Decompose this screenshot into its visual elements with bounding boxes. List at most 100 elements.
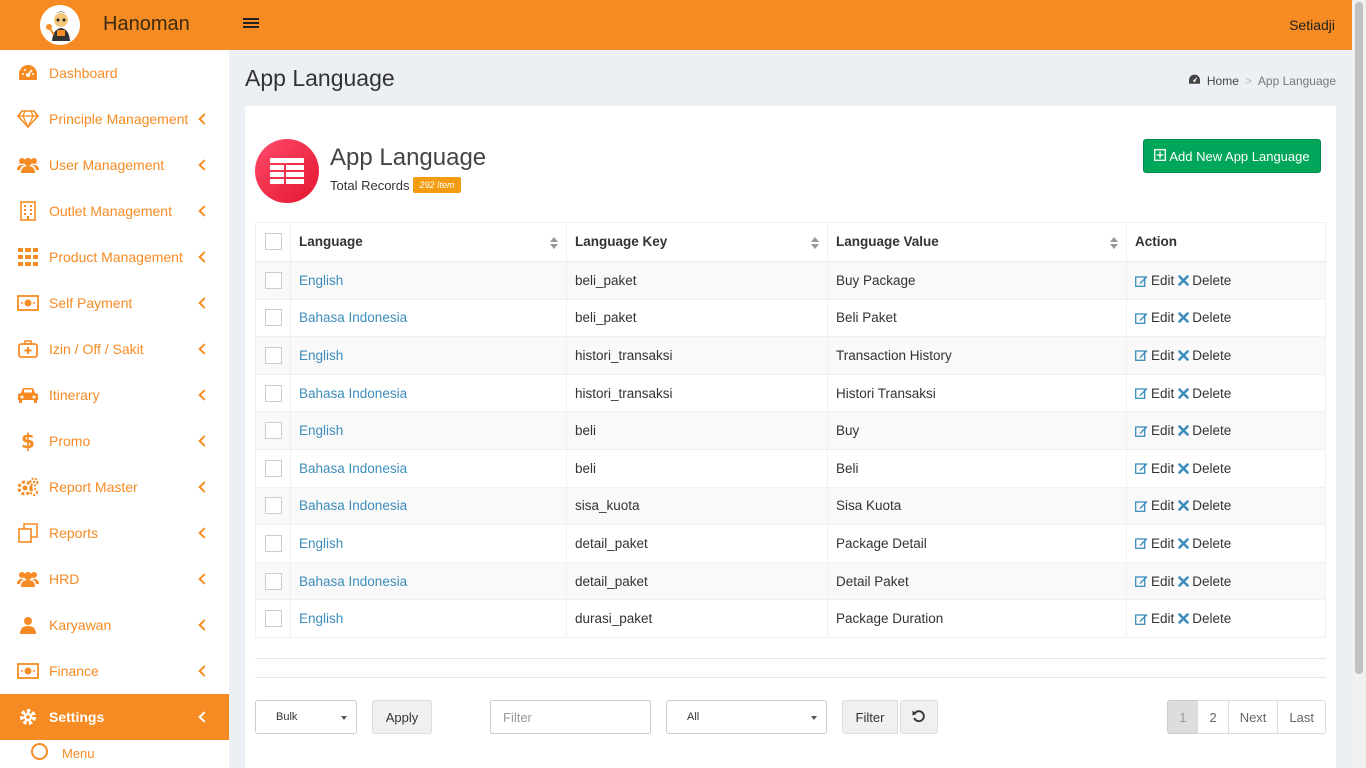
language-link[interactable]: English [299, 273, 343, 288]
row-checkbox[interactable] [264, 610, 282, 628]
row-checkbox[interactable] [264, 309, 282, 327]
row-checkbox[interactable] [264, 346, 282, 364]
key-cell: detail_paket [566, 524, 828, 563]
bulk-select[interactable]: Bulk [255, 700, 357, 734]
delete-button[interactable]: Delete [1178, 423, 1231, 438]
sidebar-item-promo[interactable]: $ Promo [0, 418, 229, 464]
edit-button[interactable]: Edit [1135, 611, 1174, 626]
edit-button[interactable]: Edit [1135, 461, 1174, 476]
row-checkbox[interactable] [264, 422, 282, 440]
select-all-checkbox[interactable] [264, 233, 282, 251]
sidebar-item-report-master[interactable]: Report Master [0, 464, 229, 510]
language-link[interactable]: English [299, 536, 343, 551]
delete-button[interactable]: Delete [1178, 386, 1231, 401]
language-cell: Bahasa Indonesia [290, 561, 567, 601]
sidebar-item-label: HRD [49, 571, 80, 587]
edit-button[interactable]: Edit [1135, 310, 1174, 325]
row-checkbox[interactable] [264, 572, 282, 590]
edit-button[interactable]: Edit [1135, 574, 1174, 589]
delete-label: Delete [1192, 310, 1232, 326]
key-cell: histori_transaksi [566, 336, 828, 375]
sidebar-item-user-management[interactable]: User Management [0, 142, 229, 188]
delete-button[interactable]: Delete [1178, 498, 1231, 513]
delete-button[interactable]: Delete [1178, 461, 1231, 476]
filter-button[interactable]: Filter [842, 700, 898, 734]
edit-button[interactable]: Edit [1135, 273, 1174, 288]
edit-label: Edit [1151, 385, 1175, 401]
sidebar-item-settings[interactable]: Settings [0, 694, 229, 740]
sidebar-item-hrd[interactable]: HRD [0, 556, 229, 602]
edit-button[interactable]: Edit [1135, 423, 1174, 438]
delete-button[interactable]: Delete [1178, 348, 1231, 363]
edit-label: Edit [1151, 273, 1175, 289]
users-icon [17, 155, 39, 175]
table-row: English beli_paket Buy Package Edit Delete [255, 261, 1326, 300]
sidebar-item-karyawan[interactable]: Karyawan [0, 602, 229, 648]
page-1-button[interactable]: 1 [1167, 700, 1199, 734]
row-checkbox[interactable] [264, 272, 282, 290]
column-header-language[interactable]: Language [290, 222, 567, 263]
language-link[interactable]: English [299, 611, 343, 626]
table-row: Bahasa Indonesia histori_transaksi Histori… [255, 373, 1326, 413]
row-checkbox[interactable] [264, 534, 282, 552]
sidebar-item-outlet-management[interactable]: Outlet Management [0, 188, 229, 234]
sidebar-item-label: Outlet Management [49, 203, 172, 219]
language-cell: English [290, 261, 567, 300]
language-link[interactable]: English [299, 348, 343, 363]
sidebar-item-reports[interactable]: Reports [0, 510, 229, 556]
edit-button[interactable]: Edit [1135, 386, 1174, 401]
sidebar-item-self-payment[interactable]: Self Payment [0, 280, 229, 326]
column-header-value[interactable]: Language Value [827, 222, 1127, 263]
next-page-button[interactable]: Next [1227, 700, 1279, 734]
language-link[interactable]: Bahasa Indonesia [299, 310, 407, 325]
language-cell: English [290, 524, 567, 563]
delete-button[interactable]: Delete [1178, 310, 1231, 325]
value-cell: Buy Package [827, 261, 1127, 300]
language-link[interactable]: Bahasa Indonesia [299, 498, 407, 513]
edit-button[interactable]: Edit [1135, 348, 1174, 363]
language-select[interactable]: All [666, 700, 827, 734]
sidebar-item-izin-off-sakit[interactable]: Izin / Off / Sakit [0, 326, 229, 372]
edit-button[interactable]: Edit [1135, 536, 1174, 551]
page-2-button[interactable]: 2 [1197, 700, 1229, 734]
scrollbar-thumb[interactable] [1355, 2, 1363, 674]
delete-button[interactable]: Delete [1178, 574, 1231, 589]
breadcrumb-home[interactable]: Home [1207, 74, 1239, 88]
sidebar-item-label: Settings [49, 709, 105, 725]
sidebar-item-dashboard[interactable]: Dashboard [0, 50, 229, 96]
language-link[interactable]: Bahasa Indonesia [299, 461, 407, 476]
language-link[interactable]: Bahasa Indonesia [299, 574, 407, 589]
action-cell: Edit Delete [1126, 336, 1326, 375]
chevron-left-icon [198, 343, 210, 355]
filter-input[interactable]: Filter [490, 700, 651, 734]
row-checkbox[interactable] [264, 459, 282, 477]
sidebar-item-itinerary[interactable]: Itinerary [0, 372, 229, 418]
sidebar-item-principle-management[interactable]: Principle Management [0, 96, 229, 142]
reset-filter-button[interactable] [900, 700, 938, 734]
page-scrollbar[interactable] [1352, 0, 1366, 768]
column-header-key[interactable]: Language Key [566, 222, 828, 263]
edit-label: Edit [1151, 535, 1175, 551]
total-records-label: Total Records [330, 177, 410, 193]
sidebar-subitem-menu[interactable]: Menu [0, 740, 229, 768]
delete-button[interactable]: Delete [1178, 536, 1231, 551]
circle-icon [31, 743, 48, 760]
language-link[interactable]: English [299, 423, 343, 438]
sidebar-item-product-management[interactable]: Product Management [0, 234, 229, 280]
row-checkbox[interactable] [264, 384, 282, 402]
user-menu[interactable]: Setiadji [1289, 17, 1335, 33]
sidebar-item-finance[interactable]: Finance [0, 648, 229, 694]
apply-button[interactable]: Apply [372, 700, 432, 734]
language-link[interactable]: Bahasa Indonesia [299, 386, 407, 401]
sidebar-item-label: Self Payment [49, 295, 133, 311]
close-icon [1178, 613, 1190, 624]
delete-button[interactable]: Delete [1178, 273, 1231, 288]
delete-button[interactable]: Delete [1178, 611, 1231, 626]
row-checkbox[interactable] [264, 497, 282, 515]
menu-toggle-icon[interactable] [243, 16, 259, 34]
add-new-button[interactable]: Add New App Language [1143, 139, 1321, 173]
sidebar-item-label: Finance [49, 663, 99, 679]
last-page-button[interactable]: Last [1277, 700, 1326, 734]
edit-button[interactable]: Edit [1135, 498, 1174, 513]
brand-logo[interactable] [40, 5, 80, 45]
